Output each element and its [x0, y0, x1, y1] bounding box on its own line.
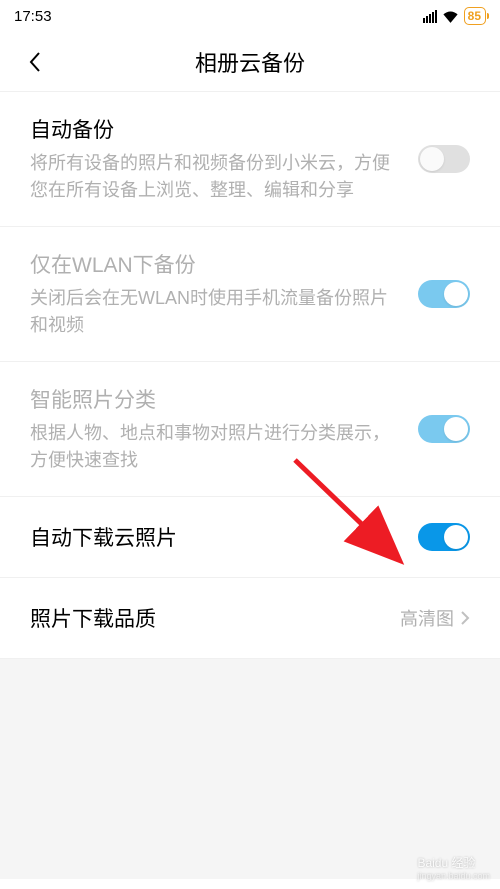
toggle-knob — [444, 417, 468, 441]
setting-smart-category[interactable]: 智能照片分类 根据人物、地点和事物对照片进行分类展示，方便快速查找 — [0, 362, 500, 497]
wifi-icon — [442, 10, 459, 23]
setting-text: 自动备份 将所有设备的照片和视频备份到小米云，方便您在所有设备上浏览、整理、编辑… — [30, 114, 418, 204]
toggle-knob — [420, 147, 444, 171]
toggle-knob — [444, 525, 468, 549]
battery-icon: 85 — [464, 7, 486, 25]
toggle-auto-backup[interactable] — [418, 145, 470, 173]
settings-list: 自动备份 将所有设备的照片和视频备份到小米云，方便您在所有设备上浏览、整理、编辑… — [0, 92, 500, 659]
setting-text: 智能照片分类 根据人物、地点和事物对照片进行分类展示，方便快速查找 — [30, 384, 418, 474]
setting-text: 仅在WLAN下备份 关闭后会在无WLAN时使用手机流量备份照片和视频 — [30, 249, 418, 339]
watermark-sub: jingyan.baidu.com — [417, 871, 490, 881]
setting-auto-backup[interactable]: 自动备份 将所有设备的照片和视频备份到小米云，方便您在所有设备上浏览、整理、编辑… — [0, 92, 500, 227]
chevron-left-icon — [29, 51, 41, 73]
setting-title: 仅在WLAN下备份 — [30, 249, 398, 279]
signal-icon — [423, 10, 437, 23]
battery-level: 85 — [468, 9, 481, 23]
status-bar: 17:53 85 — [0, 0, 500, 32]
chevron-right-icon — [460, 610, 470, 626]
back-button[interactable] — [20, 47, 50, 77]
setting-title: 自动下载云照片 — [30, 522, 177, 552]
toggle-smart-category[interactable] — [418, 415, 470, 443]
page-header: 相册云备份 — [0, 32, 500, 92]
setting-right: 高清图 — [400, 605, 470, 631]
setting-desc: 关闭后会在无WLAN时使用手机流量备份照片和视频 — [30, 285, 398, 339]
setting-title: 照片下载品质 — [30, 603, 156, 633]
watermark-main: Baidu 经验 — [417, 856, 475, 870]
setting-value: 高清图 — [400, 605, 454, 631]
setting-title: 自动备份 — [30, 114, 398, 144]
setting-desc: 将所有设备的照片和视频备份到小米云，方便您在所有设备上浏览、整理、编辑和分享 — [30, 150, 398, 204]
setting-auto-download[interactable]: 自动下载云照片 — [0, 497, 500, 578]
toggle-wlan-only[interactable] — [418, 280, 470, 308]
status-icons: 85 — [423, 7, 486, 25]
setting-title: 智能照片分类 — [30, 384, 398, 414]
watermark: Baidu 经验 jingyan.baidu.com — [417, 854, 490, 881]
status-time: 17:53 — [14, 8, 52, 25]
page-title: 相册云备份 — [50, 46, 450, 78]
footer-area — [0, 659, 500, 879]
setting-desc: 根据人物、地点和事物对照片进行分类展示，方便快速查找 — [30, 420, 398, 474]
setting-download-quality[interactable]: 照片下载品质 高清图 — [0, 578, 500, 659]
setting-wlan-only[interactable]: 仅在WLAN下备份 关闭后会在无WLAN时使用手机流量备份照片和视频 — [0, 227, 500, 362]
toggle-auto-download[interactable] — [418, 523, 470, 551]
toggle-knob — [444, 282, 468, 306]
